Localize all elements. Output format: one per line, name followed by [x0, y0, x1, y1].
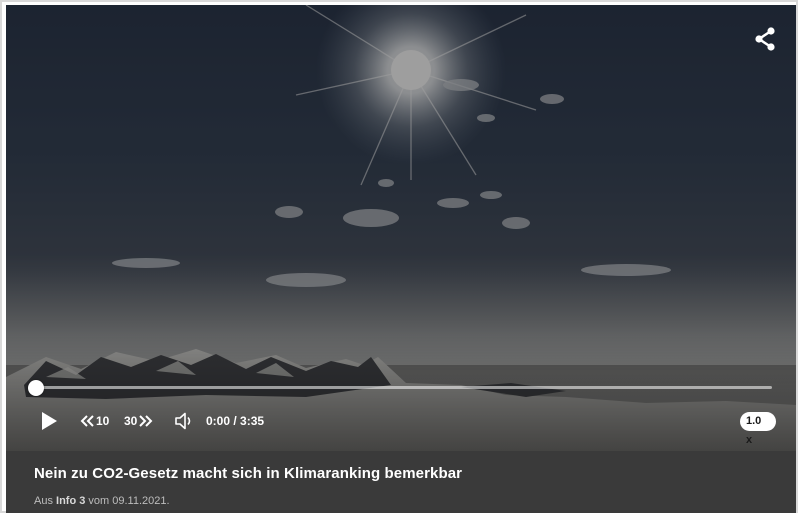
rewind-icon	[80, 415, 94, 427]
time-separator: /	[230, 414, 241, 428]
video-title: Nein zu CO2-Gesetz macht sich in Klimara…	[34, 465, 463, 482]
video-source: Aus Info 3 vom 09.11.2021.	[34, 495, 170, 507]
progress-bar[interactable]	[28, 380, 772, 396]
video-info-bar: Nein zu CO2-Gesetz macht sich in Klimara…	[6, 451, 796, 513]
forward-icon	[139, 415, 153, 427]
share-icon	[755, 27, 775, 51]
video-player[interactable]: 10 30 0:00 / 3:35 1.0 x	[6, 5, 796, 451]
source-prefix: Aus	[34, 495, 57, 507]
play-icon	[42, 412, 57, 430]
rewind-button[interactable]: 10	[80, 412, 109, 430]
time-display: 0:00 / 3:35	[206, 412, 264, 430]
progress-track	[36, 386, 772, 389]
play-button[interactable]	[40, 411, 58, 431]
forward-label: 30	[124, 414, 138, 428]
volume-button[interactable]	[174, 411, 196, 431]
volume-icon	[175, 412, 191, 430]
source-date: vom 09.11.2021.	[85, 495, 170, 507]
rewind-label: 10	[96, 414, 110, 428]
forward-button[interactable]: 30	[124, 412, 153, 430]
player-controls: 10 30 0:00 / 3:35 1.0 x	[40, 408, 776, 446]
progress-handle[interactable]	[28, 380, 44, 396]
share-button[interactable]	[752, 25, 778, 53]
video-card: 10 30 0:00 / 3:35 1.0 x Nein zu CO2-Gese…	[0, 0, 798, 513]
total-time: 3:35	[240, 414, 265, 428]
playback-speed-button[interactable]: 1.0 x	[740, 412, 776, 446]
current-time: 0:00	[206, 414, 231, 428]
program-link[interactable]: Info 3	[56, 495, 85, 507]
